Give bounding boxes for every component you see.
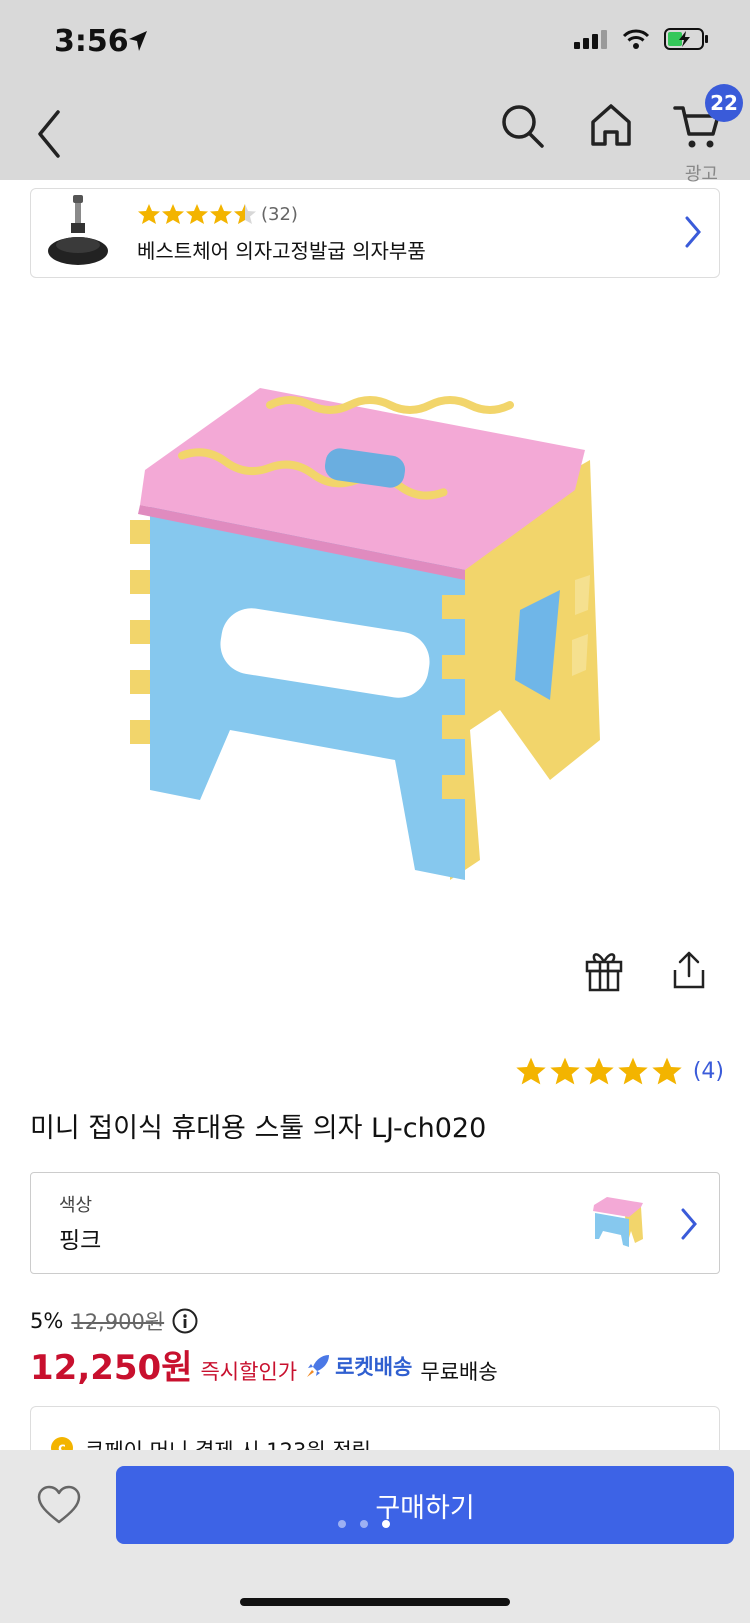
rocket-icon bbox=[307, 1355, 330, 1377]
star-icon bbox=[186, 204, 208, 224]
nav-bar bbox=[0, 90, 750, 180]
star-icon bbox=[550, 1057, 580, 1085]
star-icon bbox=[584, 1057, 614, 1085]
back-icon[interactable] bbox=[26, 104, 76, 164]
bottom-bar: 구매하기 bbox=[0, 1450, 750, 1623]
chevron-right-icon bbox=[685, 216, 701, 248]
option-label: 색상 bbox=[59, 1195, 93, 1216]
page-dot bbox=[360, 1520, 368, 1528]
battery-charging-icon bbox=[664, 28, 708, 50]
home-indicator bbox=[240, 1598, 510, 1606]
search-icon[interactable] bbox=[500, 102, 546, 152]
home-icon[interactable] bbox=[588, 100, 634, 150]
page-dot bbox=[338, 1520, 346, 1528]
ad-rating-stars: (32) bbox=[137, 203, 298, 225]
chevron-right-icon bbox=[681, 1208, 697, 1240]
page-dots bbox=[338, 1520, 390, 1528]
share-icon[interactable] bbox=[672, 950, 706, 990]
star-icon bbox=[162, 204, 184, 224]
product-image[interactable] bbox=[120, 380, 640, 920]
ad-review-count: (32) bbox=[261, 203, 298, 225]
heart-icon[interactable] bbox=[36, 1484, 82, 1526]
price-row: 12,250원 즉시할인가 로켓배송 무료배송 bbox=[30, 1340, 498, 1389]
star-icon bbox=[516, 1057, 546, 1085]
product-rating[interactable]: (4) bbox=[515, 1056, 724, 1086]
signal-icon bbox=[574, 30, 607, 49]
ad-label: 광고 bbox=[684, 164, 718, 185]
star-icon bbox=[618, 1057, 648, 1085]
page-dot-active bbox=[382, 1520, 390, 1528]
rocket-delivery-label: 로켓배송 bbox=[335, 1355, 413, 1379]
cart-badge: 22 bbox=[705, 84, 743, 122]
discount-row: 5% 12,900원 bbox=[30, 1306, 198, 1336]
star-icon bbox=[138, 204, 160, 224]
half-star-icon bbox=[234, 204, 256, 224]
free-shipping-label: 무료배송 bbox=[420, 1360, 498, 1384]
ad-banner[interactable]: (32) 베스트체어 의자고정발굽 의자부품 bbox=[30, 188, 720, 278]
instant-discount-label: 즉시할인가 bbox=[200, 1360, 298, 1384]
rocket-delivery-badge: 로켓배송 bbox=[305, 1351, 412, 1381]
option-thumbnail bbox=[593, 1197, 643, 1247]
star-icon bbox=[652, 1057, 682, 1085]
status-time: 3:56 bbox=[54, 24, 129, 59]
color-option-selector[interactable]: 색상 핑크 bbox=[30, 1172, 720, 1274]
option-value: 핑크 bbox=[59, 1228, 102, 1254]
location-arrow-icon bbox=[129, 31, 147, 51]
ad-title: 베스트체어 의자고정발굽 의자부품 bbox=[137, 239, 426, 263]
status-bar: 3:56 bbox=[0, 0, 750, 90]
chair-glide-image bbox=[48, 195, 108, 265]
sale-price: 12,250원 bbox=[30, 1348, 193, 1388]
wifi-icon bbox=[622, 29, 650, 49]
review-count[interactable]: (4) bbox=[693, 1059, 724, 1084]
info-icon[interactable] bbox=[172, 1308, 198, 1334]
original-price: 12,900원 bbox=[71, 1310, 165, 1334]
star-icon bbox=[210, 204, 232, 224]
discount-rate: 5% bbox=[30, 1309, 64, 1333]
product-title: 미니 접이식 휴대용 스툴 의자 LJ-ch020 bbox=[30, 1113, 487, 1144]
gift-icon[interactable] bbox=[584, 948, 624, 992]
buy-button[interactable]: 구매하기 bbox=[116, 1466, 734, 1544]
